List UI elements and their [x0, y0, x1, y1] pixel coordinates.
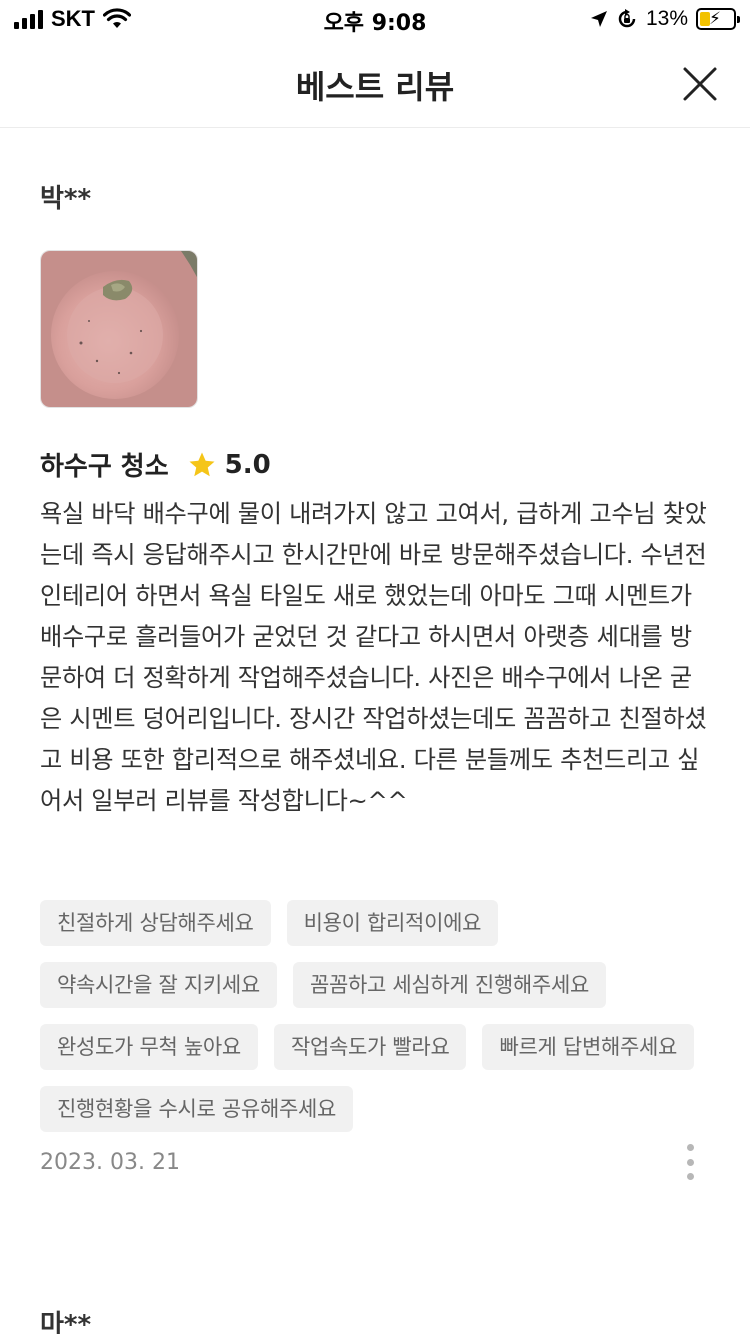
review-tag: 완성도가 무척 높아요	[40, 1024, 258, 1070]
review-tag: 진행현황을 수시로 공유해주세요	[40, 1086, 354, 1132]
status-bar: SKT 오후 9:08 13% ⚡	[0, 0, 750, 40]
service-rating-row: 하수구 청소 5.0	[40, 446, 271, 483]
battery-percentage: 13%	[645, 7, 688, 30]
review-text: 욕실 바닥 배수구에 물이 내려가지 않고 고여서, 급하게 고수님 찾았는데 …	[40, 500, 707, 815]
rating-value: 5.0	[224, 449, 271, 480]
modal-header: 베스트 리뷰	[0, 40, 750, 128]
reviewer-name: 마**	[40, 1310, 92, 1334]
reviewer-name: 박**	[40, 184, 92, 214]
review-tags: 친절하게 상담해주세요 비용이 합리적이에요 약속시간을 잘 지키세요 꼼꼼하고…	[40, 900, 710, 1132]
rating: 5.0	[187, 450, 271, 480]
star-icon	[189, 452, 215, 476]
close-icon	[683, 67, 717, 101]
review-photo[interactable]	[40, 250, 198, 408]
orientation-lock-icon	[618, 9, 636, 28]
review-date: 2023. 03. 21	[40, 1150, 180, 1175]
service-name: 하수구 청소	[40, 452, 169, 482]
review-tag: 꼼꼼하고 세심하게 진행해주세요	[292, 962, 606, 1008]
review-tag: 약속시간을 잘 지키세요	[40, 962, 277, 1008]
close-button[interactable]	[680, 64, 720, 104]
battery-icon: ⚡	[696, 8, 740, 30]
page-title: 베스트 리뷰	[295, 68, 455, 106]
review-tag: 작업속도가 빨라요	[273, 1024, 467, 1070]
more-options-button[interactable]	[684, 1144, 696, 1180]
review-tag: 친절하게 상담해주세요	[40, 900, 271, 946]
location-arrow-icon	[590, 11, 607, 27]
review-tag: 빠르게 답변해주세요	[482, 1024, 695, 1070]
review-card: 박** 하수구 청소 5.0 욕실 바닥 배수구에 물이 내려가지 않고 고여서…	[40, 178, 710, 1218]
review-tag: 비용이 합리적이에요	[286, 900, 499, 946]
review-card: 마**	[40, 1304, 710, 1334]
